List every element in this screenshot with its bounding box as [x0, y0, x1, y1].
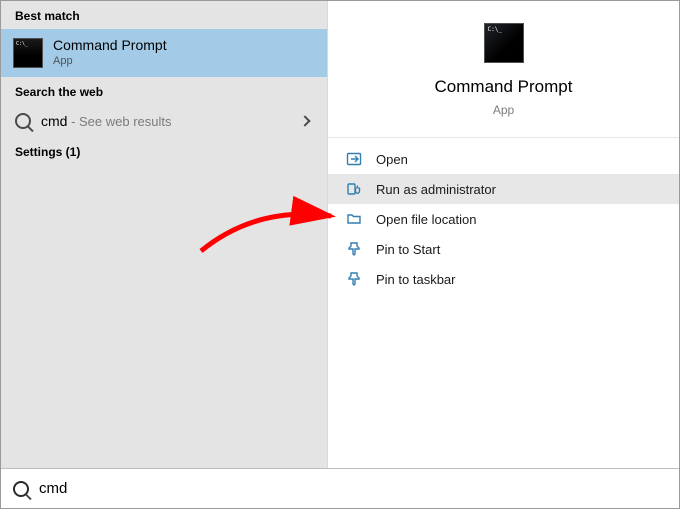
best-match-header: Best match	[1, 1, 327, 29]
hero: Command Prompt App	[328, 1, 679, 138]
pin-taskbar-icon	[346, 271, 362, 287]
action-open[interactable]: Open	[328, 144, 679, 174]
action-run-admin-label: Run as administrator	[376, 182, 496, 197]
open-icon	[346, 151, 362, 167]
pin-start-icon	[346, 241, 362, 257]
search-web-text: cmd - See web results	[41, 113, 291, 129]
best-match-subtitle: App	[53, 55, 167, 69]
search-icon	[13, 481, 29, 497]
settings-header: Settings (1)	[1, 137, 327, 165]
search-web-header: Search the web	[1, 77, 327, 105]
action-open-label: Open	[376, 152, 408, 167]
action-open-loc-label: Open file location	[376, 212, 476, 227]
action-pin-to-taskbar[interactable]: Pin to taskbar	[328, 264, 679, 294]
search-web-suffix: - See web results	[67, 114, 171, 129]
start-search-panel: Best match Command Prompt App Search the…	[0, 0, 680, 509]
chevron-right-icon	[299, 115, 310, 126]
best-match-texts: Command Prompt App	[53, 37, 167, 68]
folder-icon	[346, 211, 362, 227]
search-bar[interactable]	[1, 468, 679, 508]
content-area: Best match Command Prompt App Search the…	[1, 1, 679, 468]
best-match-item[interactable]: Command Prompt App	[1, 29, 327, 77]
command-prompt-icon	[13, 38, 43, 68]
app-subtitle: App	[493, 103, 514, 117]
action-run-as-administrator[interactable]: Run as administrator	[328, 174, 679, 204]
search-web-query: cmd	[41, 113, 67, 129]
best-match-title: Command Prompt	[53, 37, 167, 55]
search-input[interactable]	[39, 480, 667, 497]
action-pin-start-label: Pin to Start	[376, 242, 440, 257]
actions-list: Open Run as administrator Open file loca…	[328, 138, 679, 294]
right-column: Command Prompt App Open Run as administr…	[328, 1, 679, 468]
app-title: Command Prompt	[435, 77, 573, 97]
search-web-item[interactable]: cmd - See web results	[1, 105, 327, 137]
app-large-icon	[484, 23, 524, 63]
action-pin-taskbar-label: Pin to taskbar	[376, 272, 456, 287]
action-pin-to-start[interactable]: Pin to Start	[328, 234, 679, 264]
search-icon	[15, 113, 31, 129]
shield-icon	[346, 181, 362, 197]
left-column: Best match Command Prompt App Search the…	[1, 1, 328, 468]
action-open-file-location[interactable]: Open file location	[328, 204, 679, 234]
